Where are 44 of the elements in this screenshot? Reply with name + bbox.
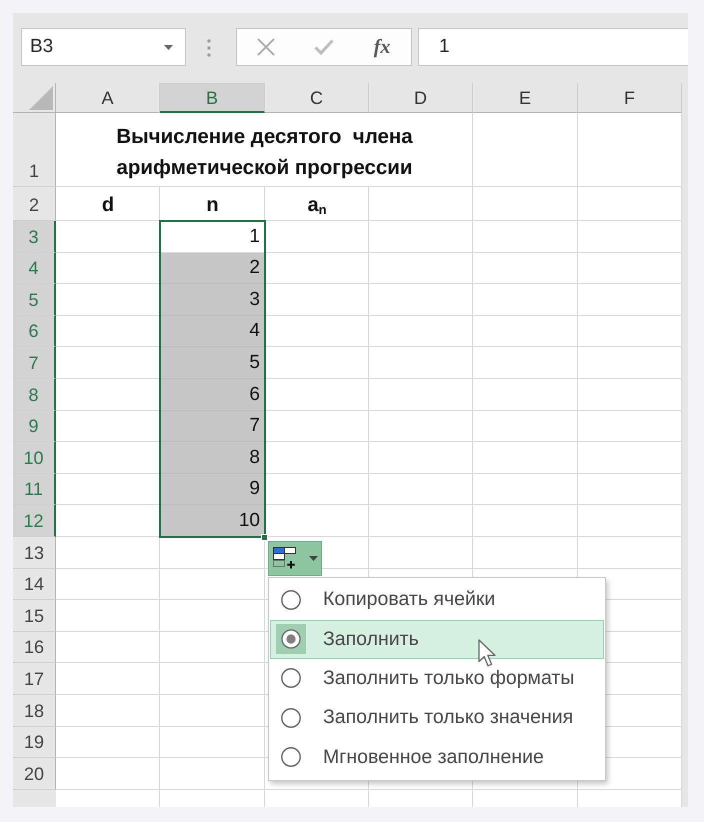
row-header[interactable]: 18 [13, 694, 56, 726]
formula-input[interactable]: 1 [418, 28, 688, 66]
check-icon[interactable] [314, 39, 334, 55]
table-cell: 4 [160, 316, 265, 348]
menu-item[interactable]: Заполнить только форматы [270, 658, 604, 698]
insert-function-button[interactable]: fx [372, 35, 392, 59]
row-header[interactable]: 17 [13, 663, 56, 695]
row-header[interactable]: 14 [13, 568, 56, 600]
menu-item[interactable]: Мгновенное заполнение [270, 737, 604, 777]
row-header[interactable]: 16 [13, 632, 56, 664]
menu-item[interactable]: Заполнить только значения [270, 698, 604, 738]
radio-button[interactable] [281, 747, 301, 768]
menu-item[interactable]: Заполнить [270, 620, 604, 659]
column-heading: a$_{n}$ [307, 193, 327, 217]
table-cell: 7 [160, 410, 265, 442]
table-cell: 2 [160, 252, 265, 284]
table-cell: 5 [160, 347, 265, 379]
column-heading: n [206, 193, 219, 217]
name-box[interactable]: B3 [21, 28, 186, 66]
column-header[interactable]: B [160, 83, 265, 113]
row-header[interactable]: 13 [13, 536, 56, 569]
table-cell: 10 [160, 505, 265, 537]
mouse-pointer-icon [478, 639, 498, 668]
row-header[interactable]: 19 [13, 726, 56, 758]
table-cell: 6 [160, 378, 265, 411]
row-header[interactable]: 20 [13, 758, 56, 790]
row-header[interactable]: 15 [13, 600, 56, 632]
table-cell: 8 [160, 442, 265, 474]
radio-button[interactable] [281, 708, 301, 728]
table-cell: 3 [160, 284, 265, 316]
fill-series-icon [273, 547, 298, 570]
caret-icon[interactable] [309, 556, 318, 561]
caret-icon[interactable] [164, 44, 173, 50]
table-cell-text: 1 [248, 224, 261, 249]
radio-button[interactable] [281, 590, 301, 610]
radio-button[interactable] [281, 668, 301, 688]
row-header[interactable]: 1 [13, 113, 56, 187]
radio-button[interactable] [276, 624, 306, 654]
column-heading: d [102, 193, 114, 217]
triangle-icon [29, 86, 53, 110]
grip-icon[interactable] [207, 39, 211, 57]
autofill-options-button[interactable] [268, 540, 322, 576]
table-cell: 9 [160, 474, 265, 506]
menu-item[interactable]: Копировать ячейки [270, 580, 604, 620]
